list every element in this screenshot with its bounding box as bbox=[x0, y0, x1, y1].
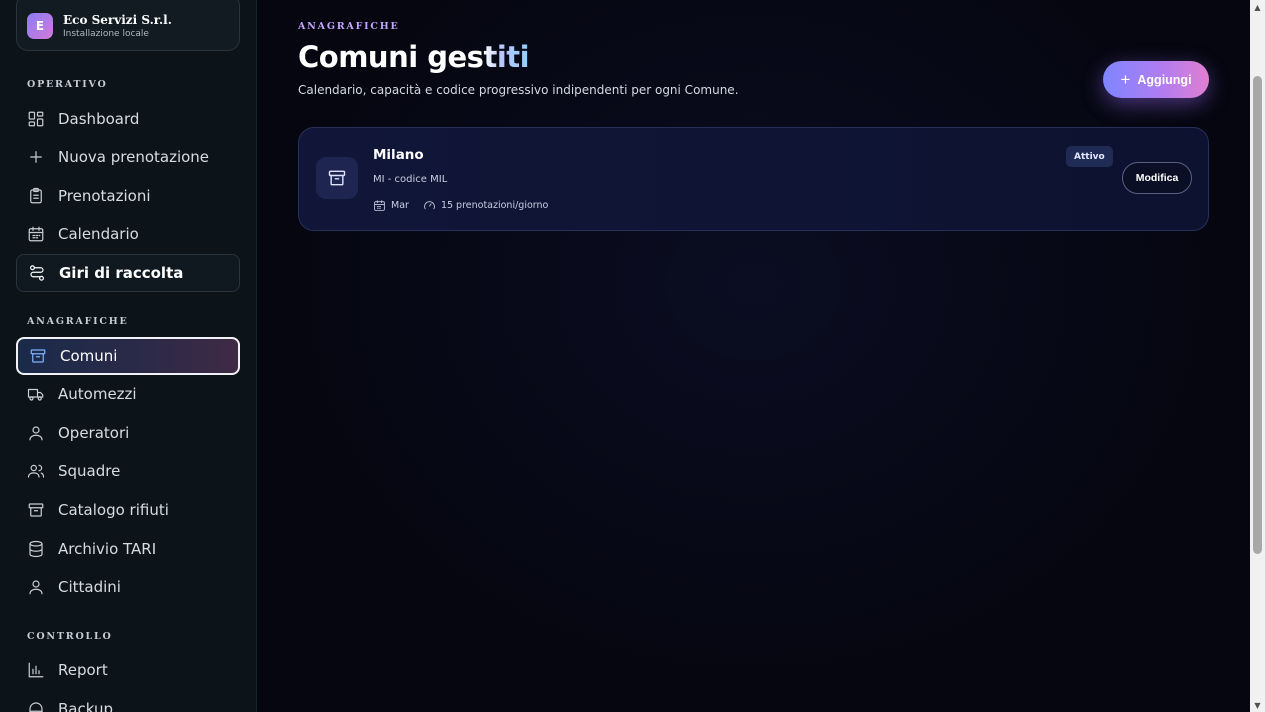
truck-icon bbox=[27, 385, 45, 403]
status-badge: Attivo bbox=[1066, 146, 1113, 167]
sidebar-item-dashboard[interactable]: Dashboard bbox=[16, 100, 240, 138]
sidebar-item-nuova-prenotazione[interactable]: Nuova prenotazione bbox=[16, 138, 240, 176]
sidebar-item-label: Automezzi bbox=[58, 385, 137, 403]
scroll-down-arrow-icon[interactable]: ▼ bbox=[1250, 698, 1265, 712]
page-title-highlight: titi bbox=[483, 40, 530, 74]
sidebar-item-label: Backup bbox=[58, 700, 113, 712]
backup-icon bbox=[27, 700, 45, 712]
sidebar-item-cittadini[interactable]: Cittadini bbox=[16, 568, 240, 606]
page-title-main: Comuni ges bbox=[298, 40, 484, 74]
sidebar-item-comuni[interactable]: Comuni bbox=[16, 337, 240, 375]
sidebar-item-squadre[interactable]: Squadre bbox=[16, 452, 240, 490]
sidebar-item-label: Calendario bbox=[58, 225, 139, 243]
org-subtitle: Installazione locale bbox=[63, 28, 149, 39]
sidebar-item-archivio-tari[interactable]: Archivio TARI bbox=[16, 530, 240, 568]
sidebar-item-calendario[interactable]: Calendario bbox=[16, 215, 240, 253]
comune-name: Milano bbox=[373, 147, 424, 163]
page-subtitle: Calendario, capacità e codice progressiv… bbox=[298, 83, 739, 97]
sidebar-item-report[interactable]: Report bbox=[16, 651, 240, 689]
sidebar-item-label: Dashboard bbox=[58, 110, 140, 128]
page-title: Comuni gestiti bbox=[298, 40, 530, 74]
sidebar-item-prenotazioni[interactable]: Prenotazioni bbox=[16, 177, 240, 215]
user-icon bbox=[27, 578, 45, 596]
route-icon bbox=[28, 264, 46, 282]
comune-capacity: 15 prenotazioni/giorno bbox=[423, 199, 548, 212]
bar-chart-icon bbox=[27, 661, 45, 679]
calendar-icon bbox=[27, 225, 45, 243]
sidebar-item-label: Comuni bbox=[60, 347, 118, 365]
comune-day-label: Mar bbox=[391, 200, 409, 211]
plus-icon bbox=[27, 148, 45, 166]
gauge-icon bbox=[424, 201, 435, 210]
sidebar-item-label: Prenotazioni bbox=[58, 187, 151, 205]
comune-card: Milano MI - codice MIL Mar 15 prenotazio… bbox=[298, 127, 1209, 231]
main-content: ANAGRAFICHE Comuni gestiti Calendario, c… bbox=[257, 0, 1250, 712]
section-title-anagrafiche: ANAGRAFICHE bbox=[27, 316, 129, 327]
section-title-controllo: CONTROLLO bbox=[27, 631, 113, 642]
comune-meta: Mar 15 prenotazioni/giorno bbox=[373, 199, 562, 212]
sidebar-item-backup[interactable]: Backup bbox=[16, 690, 240, 712]
comune-day: Mar bbox=[373, 199, 409, 212]
dashboard-icon bbox=[27, 110, 45, 128]
sidebar-item-automezzi[interactable]: Automezzi bbox=[16, 375, 240, 413]
archive-box-icon bbox=[29, 347, 47, 365]
sidebar-item-label: Nuova prenotazione bbox=[58, 148, 210, 166]
sidebar-item-label: Report bbox=[58, 661, 108, 679]
clipboard-icon bbox=[27, 187, 45, 205]
page-eyebrow: ANAGRAFICHE bbox=[298, 21, 400, 32]
sidebar-item-label: Catalogo rifiuti bbox=[58, 501, 169, 519]
user-icon bbox=[27, 424, 45, 442]
sidebar-item-label: Squadre bbox=[58, 462, 121, 480]
org-switcher[interactable]: E Eco Servizi S.r.l. Installazione local… bbox=[16, 0, 240, 51]
sidebar: E Eco Servizi S.r.l. Installazione local… bbox=[0, 0, 257, 712]
sidebar-item-label: Archivio TARI bbox=[58, 540, 157, 558]
users-icon bbox=[27, 462, 45, 480]
sidebar-item-label: Giri di raccolta bbox=[59, 264, 184, 282]
section-title-operativo: OPERATIVO bbox=[27, 79, 108, 90]
add-button[interactable]: + Aggiungi bbox=[1103, 61, 1209, 98]
add-button-label: Aggiungi bbox=[1137, 72, 1192, 87]
scroll-thumb[interactable] bbox=[1253, 76, 1262, 554]
calendar-icon bbox=[374, 200, 385, 211]
sidebar-item-label: Operatori bbox=[58, 424, 130, 442]
scrollbar[interactable]: ▲ ▼ bbox=[1250, 0, 1265, 712]
plus-icon: + bbox=[1120, 70, 1131, 89]
sidebar-item-operatori[interactable]: Operatori bbox=[16, 414, 240, 452]
sidebar-item-label: Cittadini bbox=[58, 578, 121, 596]
sidebar-item-catalogo-rifiuti[interactable]: Catalogo rifiuti bbox=[16, 491, 240, 529]
archive-box-icon bbox=[27, 501, 45, 519]
comune-code: MI - codice MIL bbox=[373, 174, 448, 185]
database-icon bbox=[27, 540, 45, 558]
comune-capacity-label: 15 prenotazioni/giorno bbox=[440, 200, 549, 211]
scroll-up-arrow-icon[interactable]: ▲ bbox=[1250, 0, 1265, 14]
sidebar-item-giri-di-raccolta[interactable]: Giri di raccolta bbox=[16, 254, 240, 292]
org-avatar: E bbox=[27, 12, 53, 39]
edit-button[interactable]: Modifica bbox=[1122, 162, 1192, 194]
org-name: Eco Servizi S.r.l. bbox=[63, 12, 172, 27]
archive-box-icon bbox=[316, 157, 358, 199]
